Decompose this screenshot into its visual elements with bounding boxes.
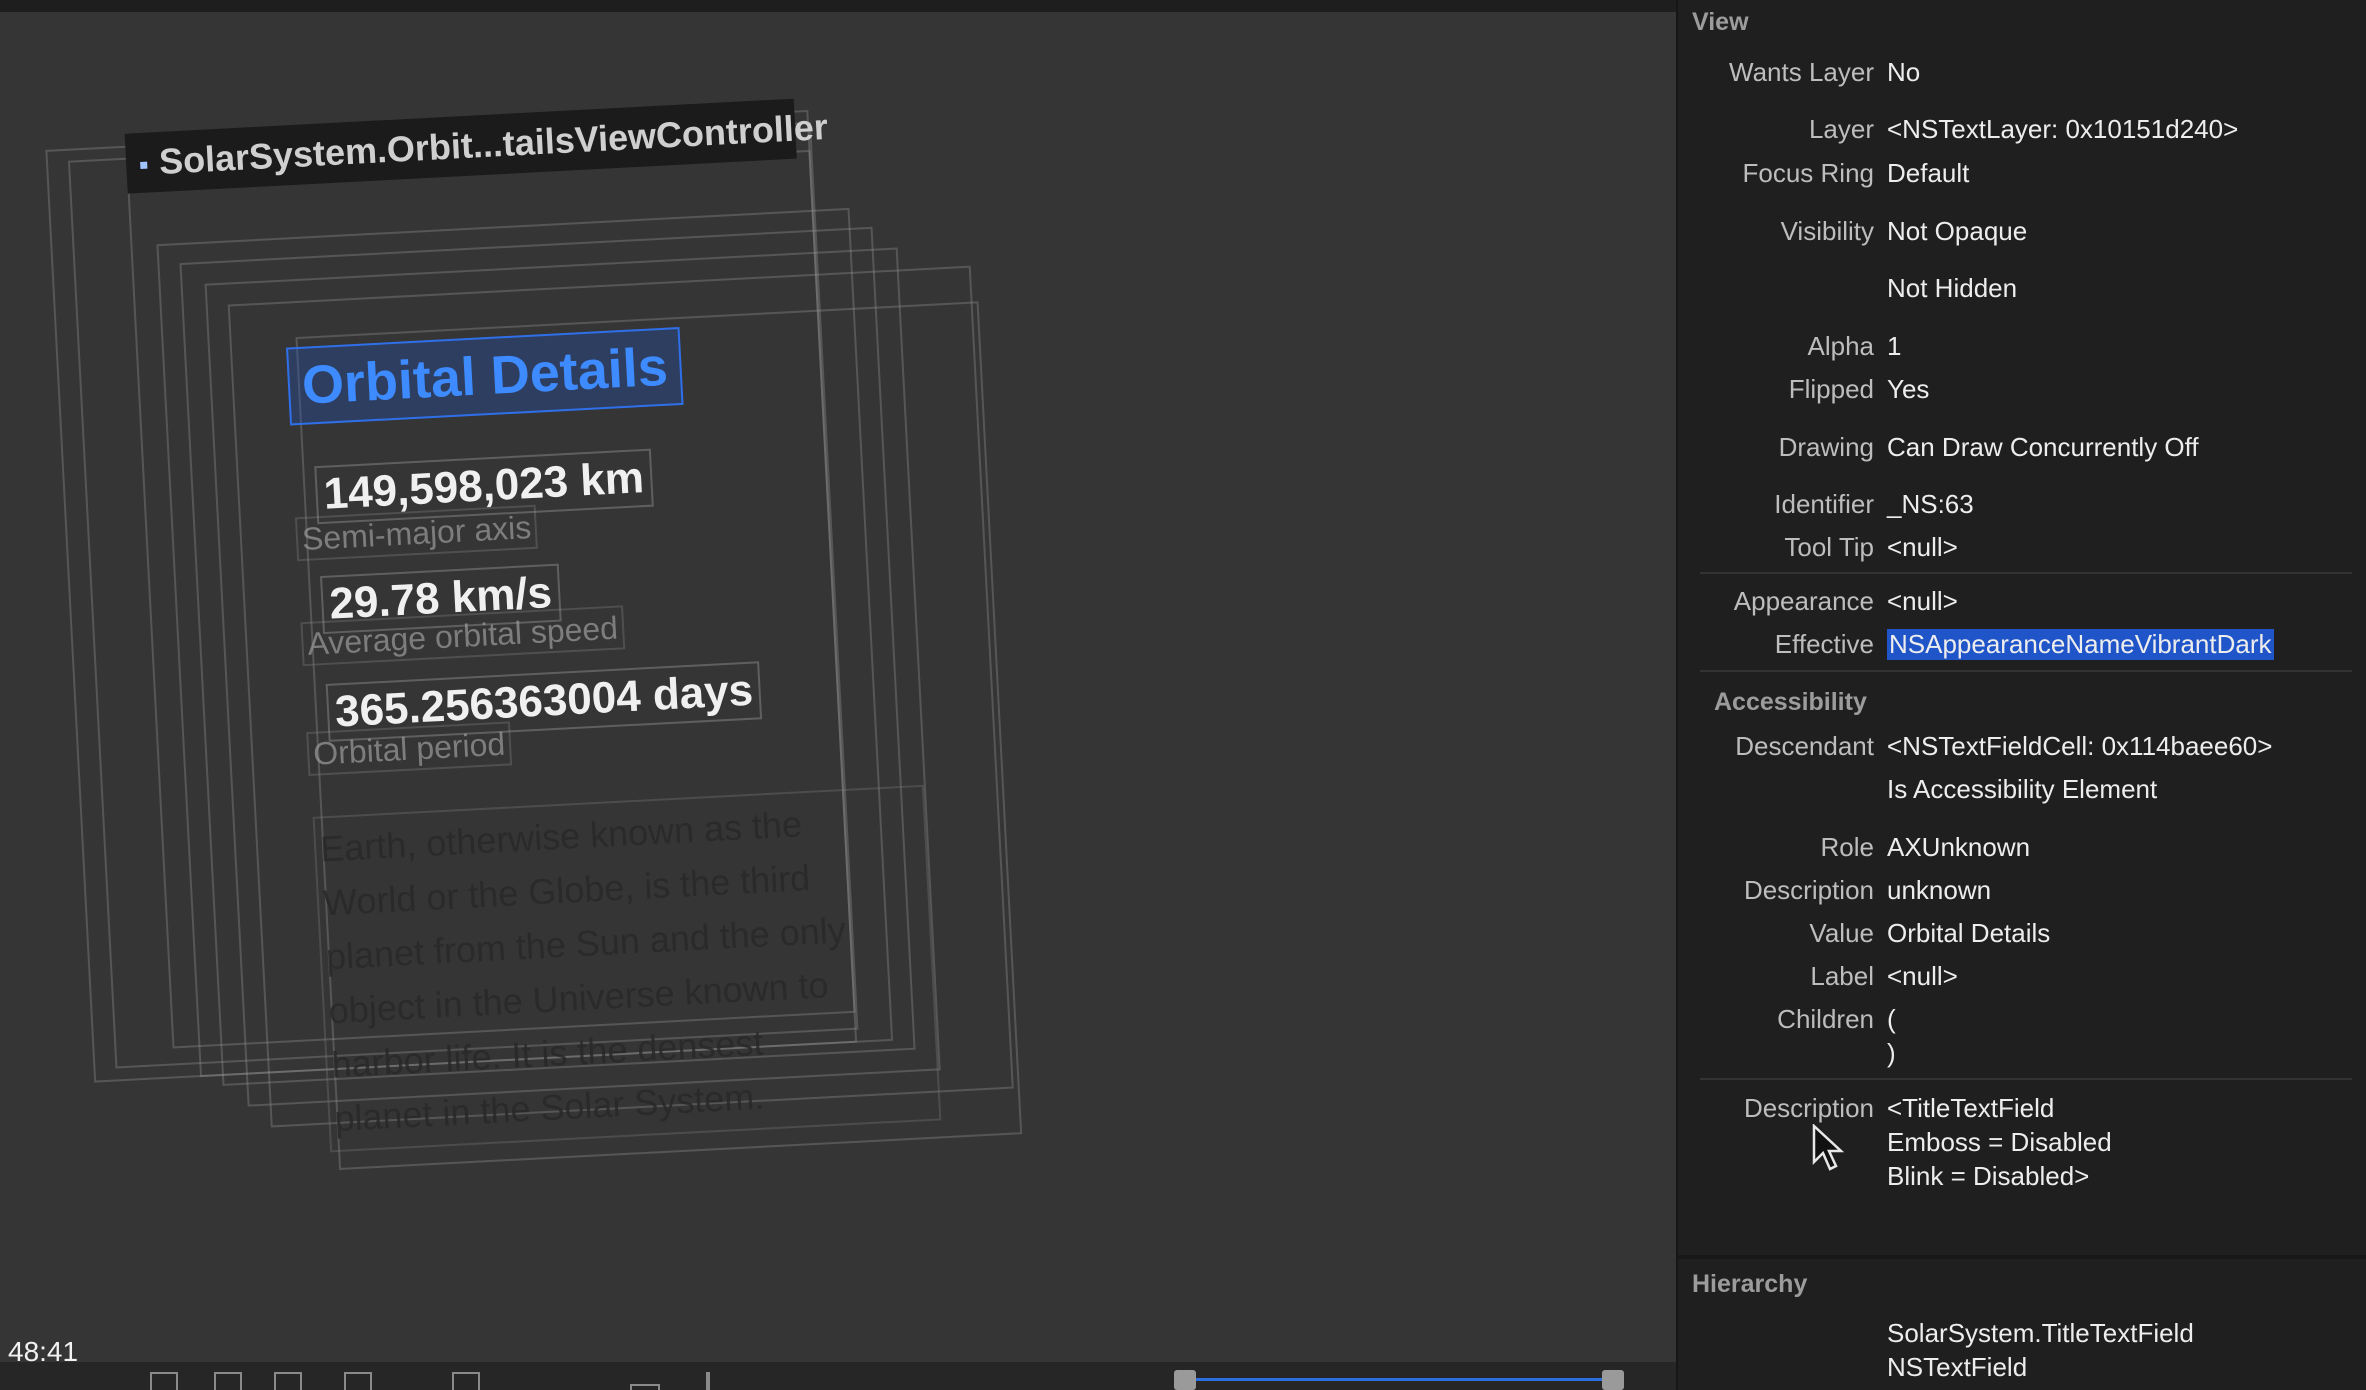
children-value[interactable]: ( xyxy=(1887,1004,1896,1035)
children-key: Children xyxy=(1777,1004,1874,1034)
frame-icon[interactable] xyxy=(150,1372,178,1390)
role-value[interactable]: AXUnknown xyxy=(1887,832,2030,863)
accessibility-section-header: Accessibility xyxy=(1714,688,1867,716)
copy-icon[interactable] xyxy=(344,1372,372,1390)
range-slider-right-handle[interactable] xyxy=(1602,1370,1624,1390)
bullet-icon xyxy=(140,161,148,169)
layer-key: Layer xyxy=(1808,114,1874,144)
description-line-2[interactable]: Emboss = Disabled xyxy=(1887,1127,2112,1158)
hierarchy-section-header: Hierarchy xyxy=(1692,1270,1808,1298)
frame-alt-icon[interactable] xyxy=(214,1372,242,1390)
planet-description-text[interactable]: Earth, otherwise known as the World or t… xyxy=(312,784,942,1153)
children-value-close[interactable]: ) xyxy=(1887,1038,1896,1069)
description-key: Description xyxy=(1743,1093,1874,1123)
divider-icon xyxy=(706,1372,710,1390)
layer-value[interactable]: <NSTextLayer: 0x10151d240> xyxy=(1887,114,2238,145)
toggle-icon[interactable] xyxy=(630,1384,660,1390)
ax-description-key: Description xyxy=(1743,875,1874,905)
tool-tip-key: Tool Tip xyxy=(1784,532,1874,562)
grid-icon[interactable] xyxy=(452,1372,480,1390)
effective-key: Effective xyxy=(1774,629,1874,659)
visibility-value[interactable]: Not Opaque xyxy=(1887,216,2027,247)
focus-ring-key: Focus Ring xyxy=(1742,158,1875,188)
description-line-1[interactable]: <TitleTextField xyxy=(1887,1093,2054,1124)
visibility-value-2[interactable]: Not Hidden xyxy=(1887,273,2017,304)
identifier-key: Identifier xyxy=(1774,489,1874,519)
ax-description-value[interactable]: unknown xyxy=(1887,875,1991,906)
drawing-value[interactable]: Can Draw Concurrently Off xyxy=(1887,432,2199,463)
identifier-value[interactable]: _NS:63 xyxy=(1887,489,1974,520)
tool-tip-value[interactable]: <null> xyxy=(1887,532,1958,563)
separator xyxy=(1700,1078,2352,1080)
view-debugger-canvas[interactable]: SolarSystem.Orbit...tailsViewController … xyxy=(0,12,1676,1362)
description-line-3[interactable]: Blink = Disabled> xyxy=(1887,1161,2089,1192)
view-section-header: View xyxy=(1692,8,1749,36)
hierarchy-item-label: NSTextField xyxy=(1887,1352,2028,1382)
descendant-key: Descendant xyxy=(1735,731,1874,761)
exploded-view-stack[interactable]: SolarSystem.Orbit...tailsViewController … xyxy=(0,12,1676,1362)
focus-ring-value[interactable]: Default xyxy=(1887,158,1969,189)
separator xyxy=(1700,670,2352,672)
value-value[interactable]: Orbital Details xyxy=(1887,918,2050,949)
appearance-key: Appearance xyxy=(1733,586,1874,616)
effective-value[interactable]: NSAppearanceNameVibrantDark xyxy=(1887,629,2274,660)
range-slider-left-handle[interactable] xyxy=(1174,1370,1196,1390)
label-key: Label xyxy=(1810,961,1874,991)
descendant-value[interactable]: <NSTextFieldCell: 0x114baee60> xyxy=(1887,731,2272,762)
separator xyxy=(1678,1255,2366,1259)
flipped-value[interactable]: Yes xyxy=(1887,374,1929,405)
mouse-cursor-icon xyxy=(1812,1124,1845,1171)
wants-layer-value[interactable]: No xyxy=(1887,57,1920,88)
alpha-key: Alpha xyxy=(1807,331,1875,361)
accessibility-element-value[interactable]: Is Accessibility Element xyxy=(1887,774,2157,805)
separator xyxy=(1700,572,2352,574)
flipped-key: Flipped xyxy=(1788,374,1874,404)
wants-layer-key: Wants Layer xyxy=(1729,57,1874,87)
appearance-value[interactable]: <null> xyxy=(1887,586,1958,617)
role-key: Role xyxy=(1820,832,1874,862)
top-bar xyxy=(0,0,1676,12)
stack-icon[interactable] xyxy=(274,1372,302,1390)
object-inspector: View Wants Layer No Layer <NSTextLayer: … xyxy=(1676,0,2366,1390)
drawing-key: Drawing xyxy=(1778,432,1874,462)
debug-toolbar xyxy=(0,1362,1676,1390)
visibility-key: Visibility xyxy=(1780,216,1874,246)
range-slider-track[interactable] xyxy=(1176,1378,1622,1381)
value-key: Value xyxy=(1809,918,1874,948)
hierarchy-item-label: SolarSystem.TitleTextField xyxy=(1887,1318,2194,1348)
alpha-value[interactable]: 1 xyxy=(1887,331,1901,362)
label-value[interactable]: <null> xyxy=(1887,961,1958,992)
